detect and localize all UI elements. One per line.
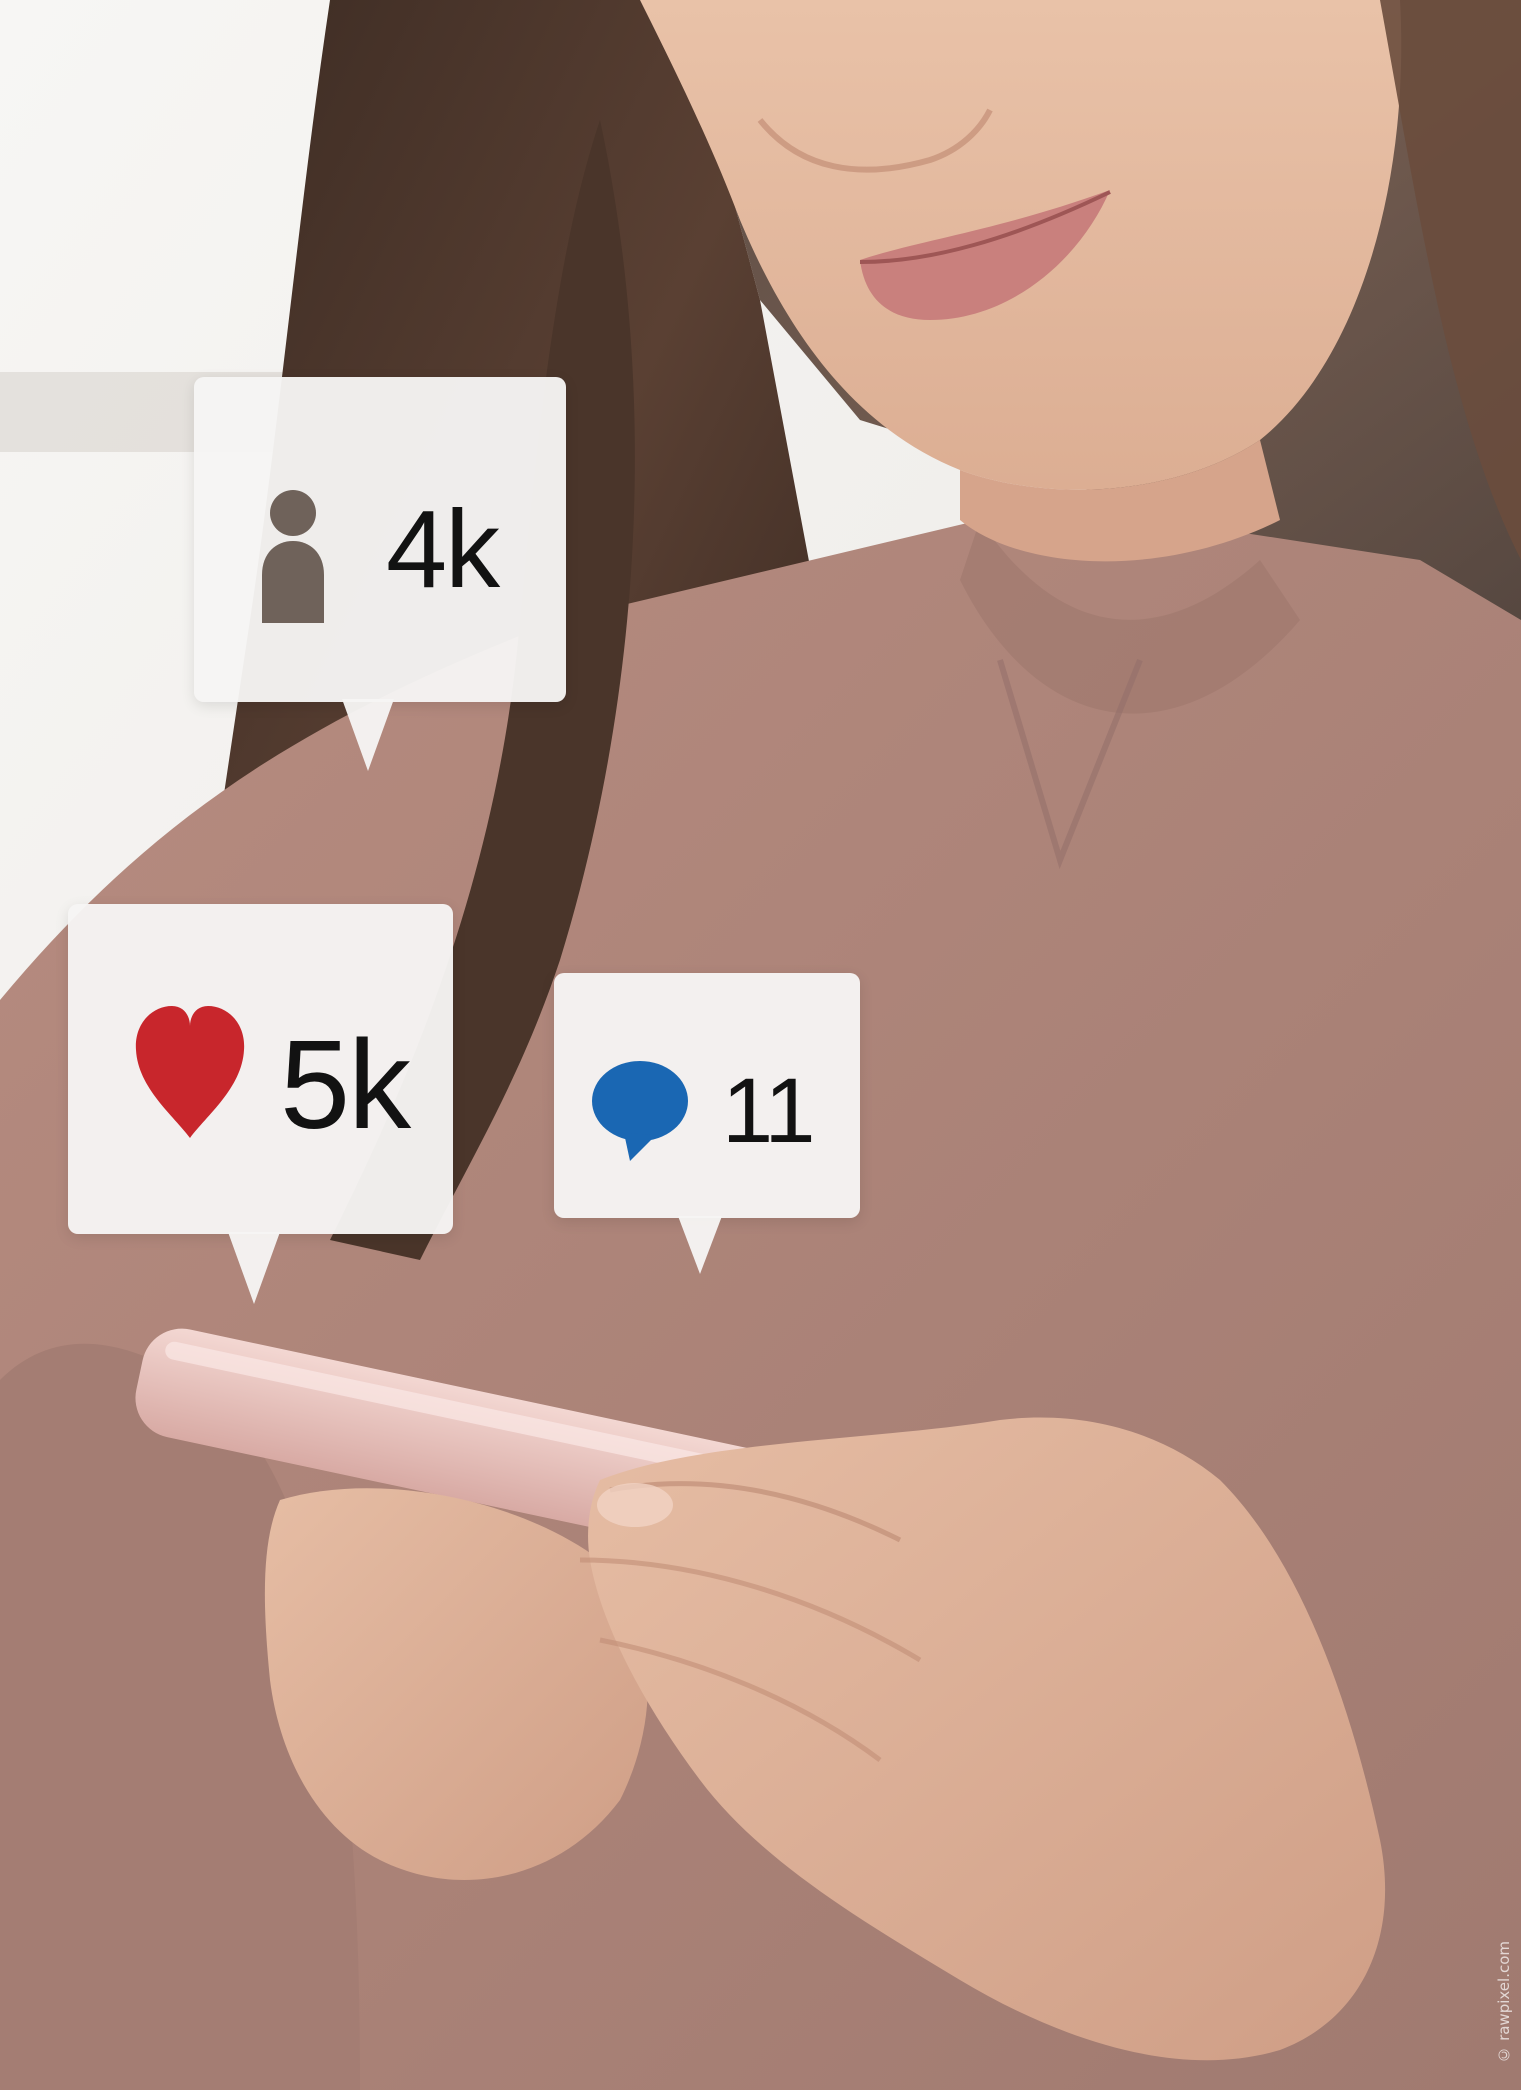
watermark: © rawpixel.com [1495, 1941, 1513, 2064]
bubble-tail [678, 1216, 722, 1274]
likes-notification: 5k [68, 904, 453, 1304]
followers-notification: 4k [194, 377, 566, 771]
comments-count: 11 [722, 1060, 816, 1162]
likes-count: 5k [280, 1014, 411, 1155]
user-icon [256, 489, 330, 628]
bubble-tail [342, 699, 394, 771]
heart-icon [134, 1004, 246, 1143]
comments-notification: 11 [554, 973, 860, 1274]
bubble-tail [228, 1232, 280, 1304]
comment-icon [590, 1059, 690, 1168]
followers-count: 4k [386, 488, 500, 611]
